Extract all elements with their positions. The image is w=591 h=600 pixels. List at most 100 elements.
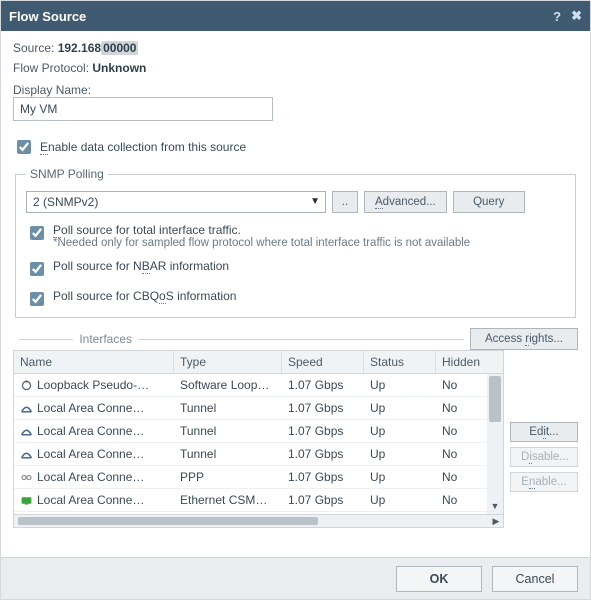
cell-speed: 1.07 Gbps xyxy=(282,424,364,438)
cell-speed: 1.07 Gbps xyxy=(282,378,364,392)
poll-nbar-checkbox[interactable] xyxy=(30,262,44,276)
col-speed[interactable]: Speed xyxy=(282,351,364,373)
close-icon[interactable]: ✖ xyxy=(571,8,582,24)
poll-total-checkbox[interactable] xyxy=(30,226,44,240)
help-icon[interactable]: ? xyxy=(553,9,561,24)
cell-name: Loopback Pseudo-… xyxy=(37,378,149,392)
interface-side-buttons: Edit... Disable... Enable... xyxy=(510,422,578,528)
interface-type-icon xyxy=(20,471,33,484)
chevron-down-icon[interactable]: ▼ xyxy=(487,498,503,514)
col-name[interactable]: Name xyxy=(14,351,174,373)
interface-type-icon xyxy=(20,402,33,415)
col-type[interactable]: Type xyxy=(174,351,282,373)
hscroll-thumb[interactable] xyxy=(18,517,318,525)
table-row[interactable]: Local Area Conne… Ethernet CSM…1.07 GbpsU… xyxy=(14,489,487,512)
poll-cbqos-checkbox[interactable] xyxy=(30,292,44,306)
interface-type-icon xyxy=(20,494,33,507)
poll-nbar-label: Poll source for NBAR information xyxy=(53,259,229,273)
table-row[interactable]: Local Area Conne… Tunnel1.07 GbpsUpNo xyxy=(14,443,487,466)
poll-cbqos-label: Poll source for CBQoS information xyxy=(53,289,236,303)
poll-total-row: Poll source for total interface traffic.… xyxy=(26,223,565,249)
col-status[interactable]: Status xyxy=(364,351,436,373)
flow-protocol-value: Unknown xyxy=(92,61,146,75)
snmp-query-button[interactable]: Query xyxy=(453,191,525,213)
source-row: Source: 192.16800000 xyxy=(13,41,578,55)
enable-collection-checkbox[interactable] xyxy=(17,140,31,154)
snmp-credential-button[interactable]: .. xyxy=(332,191,358,213)
table-row[interactable]: Local Area Conne… Tunnel1.07 GbpsUpNo xyxy=(14,397,487,420)
interface-type-icon xyxy=(20,448,33,461)
interfaces-body: Name Type Speed Status Hidden Loopback P… xyxy=(13,350,578,528)
cell-speed: 1.07 Gbps xyxy=(282,493,364,507)
display-name-label: Display Name: xyxy=(13,83,91,98)
enable-interface-button: Enable... xyxy=(510,472,578,492)
enable-collection-row: Enable data collection from this source xyxy=(13,137,578,157)
cell-name: Local Area Conne… xyxy=(37,447,144,461)
cell-type: Tunnel xyxy=(174,447,282,461)
flow-source-dialog: Flow Source ? ✖ Source: 192.16800000 Flo… xyxy=(0,0,591,600)
cell-status: Up xyxy=(364,424,436,438)
cell-type: Ethernet CSM… xyxy=(174,493,282,507)
source-value-masked: 00000 xyxy=(101,41,138,55)
snmp-legend: SNMP Polling xyxy=(26,167,108,181)
display-name-row: Display Name: xyxy=(13,83,578,121)
vscroll-thumb[interactable] xyxy=(489,376,501,422)
poll-cbqos-row: Poll source for CBQoS information xyxy=(26,289,565,309)
disable-interface-button: Disable... xyxy=(510,447,578,467)
window-title: Flow Source xyxy=(9,9,86,24)
cell-speed: 1.07 Gbps xyxy=(282,447,364,461)
access-rights-button[interactable]: Access rights... xyxy=(470,328,578,350)
snmp-advanced-button[interactable]: Advanced... xyxy=(364,191,447,213)
cell-status: Up xyxy=(364,447,436,461)
cell-hidden: No xyxy=(436,401,486,415)
interface-type-icon xyxy=(20,425,33,438)
table-header: Name Type Speed Status Hidden xyxy=(13,350,504,374)
cell-name: Local Area Conne… xyxy=(37,424,144,438)
vertical-scrollbar[interactable]: ▼ xyxy=(487,374,503,514)
cancel-button[interactable]: Cancel xyxy=(492,566,578,592)
table-row[interactable]: Loopback Pseudo-… Software Loop…1.07 Gbps… xyxy=(14,374,487,397)
flow-protocol-label: Flow Protocol: xyxy=(13,61,89,75)
table-rows: Loopback Pseudo-…Software Loop…1.07 Gbps… xyxy=(14,374,487,514)
cell-name: Local Area Conne… xyxy=(37,493,144,507)
snmp-version-select[interactable] xyxy=(26,191,326,213)
cell-name: Local Area Conne… xyxy=(37,470,144,484)
cell-type: Software Loop… xyxy=(174,378,282,392)
table-row[interactable]: Local Area Conne… Tunnel1.07 GbpsUpNo xyxy=(14,420,487,443)
poll-total-label: Poll source for total interface traffic. xyxy=(53,223,241,238)
cell-status: Up xyxy=(364,378,436,392)
source-value: 192.168 xyxy=(58,41,101,55)
ok-button[interactable]: OK xyxy=(396,566,482,592)
edit-interface-button[interactable]: Edit... xyxy=(510,422,578,442)
cell-hidden: No xyxy=(436,493,486,507)
cell-status: Up xyxy=(364,493,436,507)
enable-collection-label: Enable data collection from this source xyxy=(40,140,246,154)
source-label: Source: xyxy=(13,41,54,55)
horizontal-scrollbar[interactable]: ◀ ▶ xyxy=(13,514,504,528)
poll-total-note: *Needed only for sampled flow protocol w… xyxy=(53,237,470,249)
interfaces-header: Interfaces Access rights... xyxy=(13,328,578,350)
dialog-footer: OK Cancel xyxy=(1,557,590,599)
cell-status: Up xyxy=(364,401,436,415)
cell-name: Local Area Conne… xyxy=(37,401,144,415)
interfaces-table: Name Type Speed Status Hidden Loopback P… xyxy=(13,350,504,528)
cell-status: Up xyxy=(364,470,436,484)
title-bar: Flow Source ? ✖ xyxy=(1,1,590,31)
cell-type: Tunnel xyxy=(174,401,282,415)
cell-type: Tunnel xyxy=(174,424,282,438)
cell-speed: 1.07 Gbps xyxy=(282,401,364,415)
table-row[interactable]: Local Area Conne… PPP1.07 GbpsUpNo xyxy=(14,466,487,489)
cell-hidden: No xyxy=(436,470,486,484)
poll-nbar-row: Poll source for NBAR information xyxy=(26,259,565,279)
interfaces-title: Interfaces xyxy=(79,332,132,346)
interface-type-icon xyxy=(20,379,33,392)
chevron-right-icon[interactable]: ▶ xyxy=(489,516,503,527)
snmp-polling-group: SNMP Polling ▼ .. Advanced... Query Poll… xyxy=(15,167,576,318)
display-name-input[interactable] xyxy=(13,97,273,121)
cell-speed: 1.07 Gbps xyxy=(282,470,364,484)
cell-hidden: No xyxy=(436,424,486,438)
col-hidden[interactable]: Hidden xyxy=(436,351,486,373)
cell-type: PPP xyxy=(174,470,282,484)
flow-protocol-row: Flow Protocol: Unknown xyxy=(13,61,578,75)
cell-hidden: No xyxy=(436,447,486,461)
